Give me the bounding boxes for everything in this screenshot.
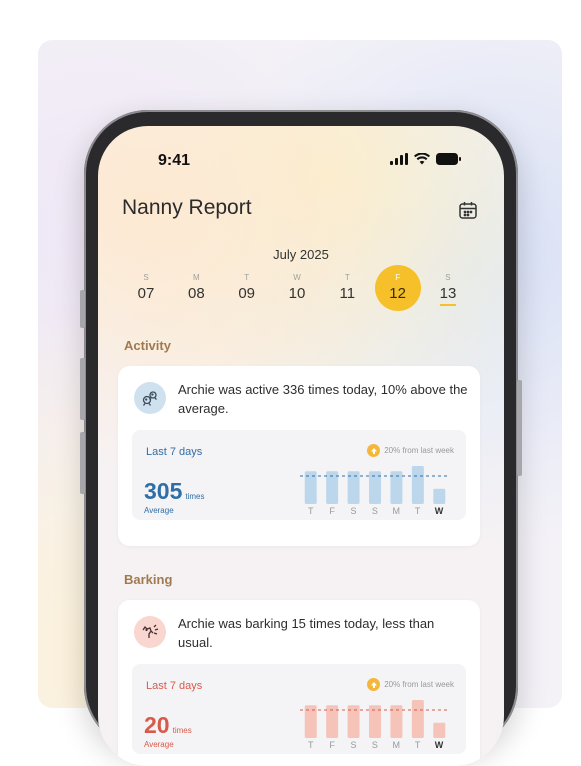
volume-down-button	[80, 432, 85, 494]
bar	[433, 722, 446, 738]
arrow-up-icon	[367, 678, 381, 691]
barking-message: Archie was barking 15 times today, less …	[178, 616, 435, 650]
day-of-week: M	[192, 273, 200, 282]
status-time: 9:41	[158, 152, 191, 169]
calendar-day[interactable]: S 07	[126, 273, 166, 306]
weekday-label-current: W	[434, 506, 444, 516]
barking-unit: times	[172, 726, 192, 735]
phone-screen: 9:41 Nanny Report July 2025 S 07 M 08 T …	[98, 126, 504, 766]
barking-bar-chart	[300, 700, 450, 738]
bar	[411, 466, 424, 504]
day-of-week: T	[244, 273, 250, 282]
activity-period-label: Last 7 days	[146, 446, 203, 458]
day-of-week: T	[344, 273, 350, 282]
activity-change-text: 20% from last week	[384, 446, 454, 455]
page-title: Nanny Report	[122, 196, 252, 219]
barking-value: 20	[144, 712, 170, 738]
calendar-day-today[interactable]: S 13	[428, 273, 468, 306]
activity-icon	[134, 382, 166, 414]
weekday-label: F	[329, 506, 335, 516]
barking-change: 20% from last week	[367, 678, 454, 691]
bar	[411, 700, 424, 738]
barking-change-text: 20% from last week	[384, 680, 454, 689]
battery-icon	[436, 153, 461, 165]
calendar-day[interactable]: M 08	[176, 273, 216, 306]
activity-bar-chart	[300, 466, 450, 504]
weekday-label: T	[414, 740, 421, 750]
barking-icon	[134, 616, 166, 648]
calendar-day[interactable]: T 11	[327, 273, 367, 306]
day-number: 07	[137, 285, 155, 302]
activity-weekdays: T F S S M T W	[300, 506, 450, 516]
calendar-day-selected[interactable]: F 12	[374, 265, 421, 311]
day-of-week: S	[445, 273, 451, 282]
arrow-up-icon	[367, 444, 381, 457]
weekday-label: F	[329, 740, 335, 750]
activity-card[interactable]: Archie was active 336 times today, 10% a…	[118, 366, 480, 546]
weekday-label: S	[350, 740, 357, 750]
weekday-label: S	[371, 740, 378, 750]
activity-message: Archie was active 336 times today, 10% a…	[178, 382, 468, 416]
day-of-week: S	[143, 273, 149, 282]
barking-section-title: Barking	[124, 572, 173, 587]
barking-average-value: 20 times	[144, 712, 192, 739]
mute-switch	[80, 290, 85, 328]
weekday-label: T	[307, 506, 314, 516]
day-number: 12	[389, 285, 406, 302]
day-number: 09	[238, 285, 255, 302]
activity-section-title: Activity	[124, 338, 171, 353]
calendar-days: S 07 M 08 T 09 W 10 T 11 F 12 S 13	[126, 265, 468, 311]
day-number: 13	[439, 285, 457, 306]
weekday-label: T	[307, 740, 314, 750]
barking-average-caption: Average	[144, 740, 174, 749]
day-number: 10	[288, 285, 306, 302]
weekday-label: M	[392, 740, 401, 750]
wifi-icon	[414, 153, 430, 165]
weekday-label: S	[350, 506, 357, 516]
day-of-week: W	[293, 273, 301, 282]
signal-icon	[390, 153, 408, 165]
activity-average-value: 305 times	[144, 478, 205, 505]
activity-unit: times	[185, 492, 205, 501]
weekday-label: T	[414, 506, 421, 516]
barking-card[interactable]: Archie was barking 15 times today, less …	[118, 600, 480, 766]
bar	[433, 488, 446, 504]
barking-stats: Last 7 days 20% from last week 20 times A…	[132, 664, 466, 754]
calendar-month: July 2025	[273, 247, 329, 262]
barking-period-label: Last 7 days	[146, 680, 203, 692]
activity-stats: Last 7 days 20% from last week 305 times …	[132, 430, 466, 520]
day-number: 11	[339, 285, 356, 302]
power-button	[517, 380, 522, 476]
activity-change: 20% from last week	[367, 444, 454, 457]
day-of-week: F	[395, 273, 401, 282]
weekday-label: S	[371, 506, 378, 516]
calendar-day[interactable]: T 09	[227, 273, 267, 306]
activity-value: 305	[144, 478, 183, 504]
weekday-label: M	[392, 506, 401, 516]
day-number: 08	[187, 285, 205, 302]
volume-up-button	[80, 358, 85, 420]
barking-weekdays: T F S S M T W	[300, 740, 450, 750]
status-icons	[390, 153, 462, 165]
calendar-day[interactable]: W 10	[277, 273, 317, 306]
activity-average-caption: Average	[144, 506, 174, 515]
calendar-icon[interactable]	[458, 200, 478, 225]
weekday-label-current: W	[434, 740, 444, 750]
